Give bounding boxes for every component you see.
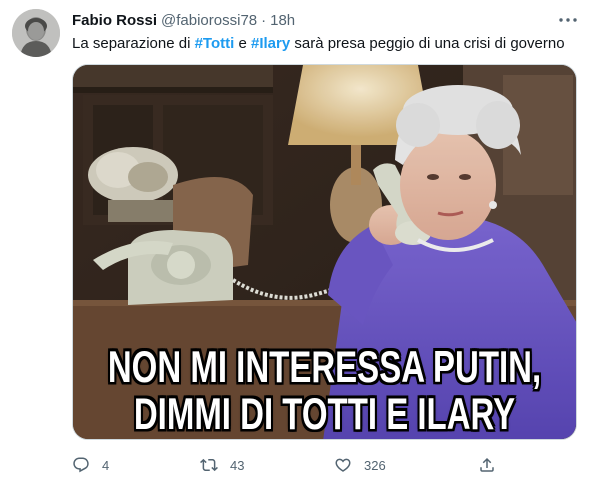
tweet[interactable]: Fabio Rossi @fabiorossi78 · 18h La separ… [0, 0, 594, 487]
reply-count: 4 [102, 457, 110, 473]
meme-caption-line-1: NON MI INTERESSA PUTIN, [107, 341, 542, 392]
avatar-image [12, 9, 60, 57]
heart-icon [335, 458, 351, 472]
tweet-actions: 4 43 326 [72, 452, 502, 478]
hashtag-totti[interactable]: #Totti [195, 35, 235, 52]
like-button[interactable]: 326 [334, 452, 386, 478]
author-name[interactable]: Fabio Rossi [72, 12, 157, 29]
tweet-text: La separazione di #Totti e #Ilary sarà p… [72, 34, 582, 54]
retweet-button[interactable]: 43 [200, 452, 244, 478]
separator-dot: · [261, 11, 267, 29]
share-button[interactable] [478, 452, 496, 478]
tweet-text-part: La separazione di [72, 35, 195, 52]
retweet-count: 43 [230, 457, 245, 473]
timestamp[interactable]: 18h [270, 12, 295, 29]
retweet-icon [200, 458, 218, 472]
more-icon [559, 18, 577, 22]
reply-button[interactable]: 4 [72, 452, 109, 478]
tweet-image[interactable]: NON MI INTERESSA PUTIN, DIMMI DI TOTTI E… [72, 64, 577, 440]
avatar[interactable] [12, 9, 60, 57]
share-icon [480, 457, 494, 472]
meme-caption-line-2: DIMMI DI TOTTI E ILARY [133, 388, 516, 439]
author-handle[interactable]: @fabiorossi78 [161, 12, 257, 29]
tweet-header: Fabio Rossi @fabiorossi78 · 18h [72, 10, 582, 30]
tweet-text-part: sarà presa peggio di una crisi di govern… [290, 35, 565, 52]
like-count: 326 [364, 457, 386, 473]
hashtag-ilary[interactable]: #Ilary [251, 35, 290, 52]
reply-icon [73, 457, 89, 473]
more-options-button[interactable] [556, 10, 580, 30]
tweet-text-part: e [234, 35, 251, 52]
